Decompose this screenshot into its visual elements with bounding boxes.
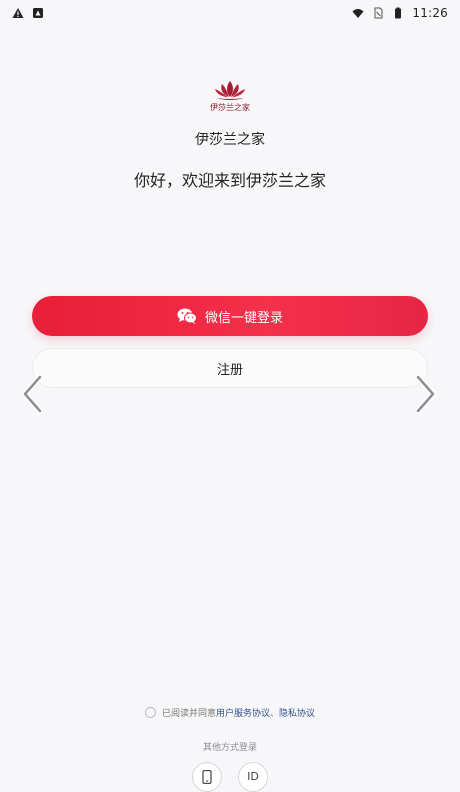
status-bar-right: 11:26 bbox=[352, 6, 448, 20]
privacy-link[interactable]: 隐私协议 bbox=[279, 709, 315, 719]
notification-icon bbox=[33, 8, 43, 18]
chevron-left-icon bbox=[22, 374, 43, 414]
warning-icon bbox=[12, 8, 24, 18]
id-icon: ID bbox=[247, 770, 259, 783]
user-service-link[interactable]: 用户服务协议 bbox=[216, 709, 270, 719]
wechat-login-button[interactable]: 微信一键登录 bbox=[32, 296, 428, 336]
status-time: 11:26 bbox=[412, 6, 448, 20]
other-methods-label: 其他方式登录 bbox=[202, 743, 257, 753]
status-bar: 11:26 bbox=[0, 0, 460, 26]
logo-caption: 伊莎兰之家 bbox=[210, 103, 250, 112]
welcome-text: 你好，欢迎来到伊莎兰之家 bbox=[133, 171, 326, 190]
agreement-separator: 、 bbox=[270, 709, 280, 719]
brand-name: 伊莎兰之家 bbox=[195, 132, 265, 148]
alt-login-options: ID bbox=[0, 762, 460, 792]
wifi-icon bbox=[352, 9, 364, 18]
agreement-checkbox[interactable] bbox=[144, 707, 156, 718]
chevron-right-icon bbox=[415, 374, 436, 414]
previous-button[interactable] bbox=[18, 370, 48, 418]
agreement-row: 已阅读并同意用户服务协议、隐私协议 bbox=[0, 706, 460, 719]
id-login-button[interactable]: ID bbox=[238, 762, 268, 792]
agreement-prefix: 已阅读并同意 bbox=[161, 709, 216, 719]
sim-icon bbox=[374, 7, 383, 19]
brand-header: 伊莎兰之家 伊莎兰之家 你好，欢迎来到伊莎兰之家 bbox=[0, 78, 460, 191]
wechat-login-label: 微信一键登录 bbox=[204, 310, 283, 326]
phone-icon bbox=[202, 770, 212, 784]
status-bar-left bbox=[12, 7, 44, 19]
lotus-logo bbox=[215, 81, 245, 100]
next-button[interactable] bbox=[410, 370, 440, 418]
wechat-icon bbox=[177, 308, 197, 324]
register-button[interactable]: 注册 bbox=[32, 348, 428, 388]
agreement-text: 已阅读并同意用户服务协议、隐私协议 bbox=[162, 706, 315, 719]
phone-login-button[interactable] bbox=[192, 762, 222, 792]
register-label: 注册 bbox=[216, 362, 243, 378]
battery-icon bbox=[395, 7, 402, 19]
